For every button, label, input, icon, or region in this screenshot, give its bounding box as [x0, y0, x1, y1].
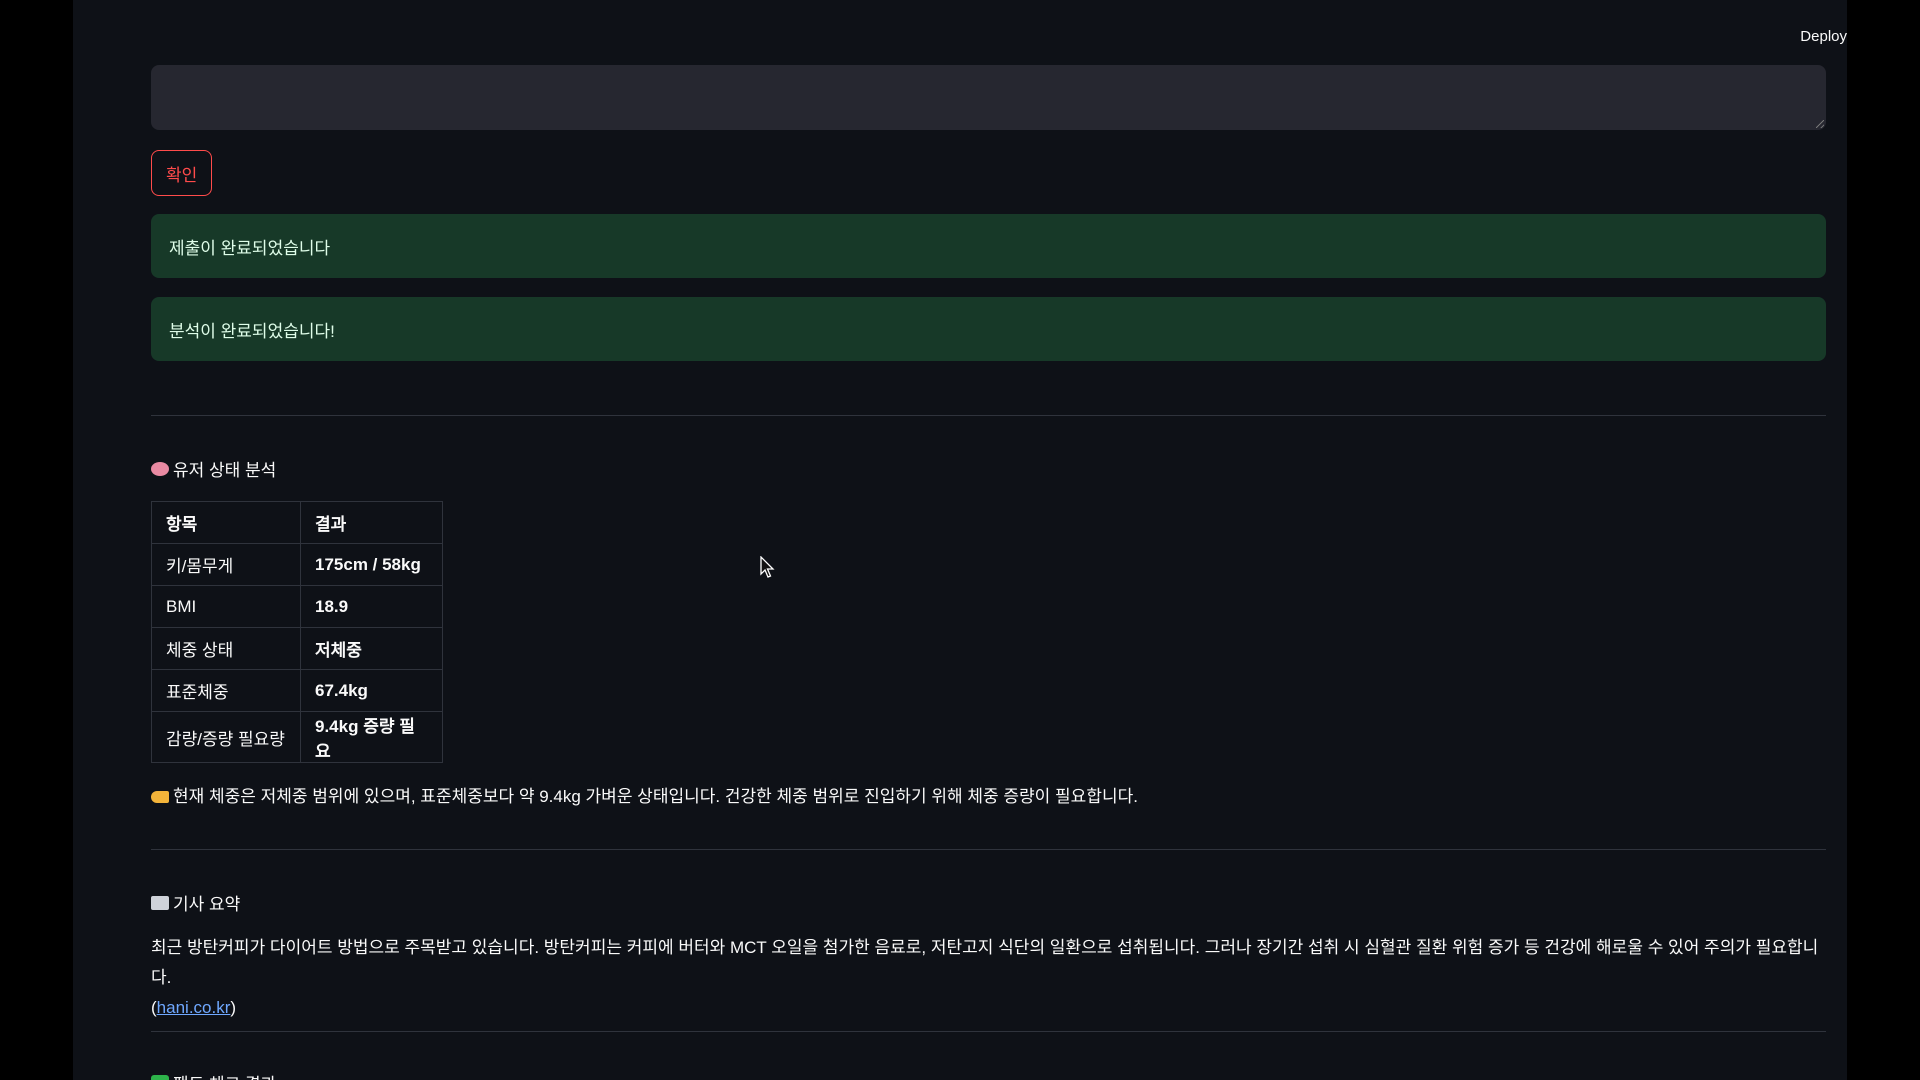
analysis-note: 현재 체중은 저체중 범위에 있으며, 표준체중보다 약 9.4kg 가벼운 상…	[151, 782, 1138, 812]
divider	[151, 1031, 1826, 1032]
source-close: )	[230, 998, 237, 1017]
section-title-text: 팩트 체크 결과	[173, 1070, 276, 1080]
table-row: 감량/증량 필요량 9.4kg 증량 필요	[151, 711, 443, 763]
user-analysis-heading: 유저 상태 분석	[151, 456, 276, 481]
app-main: Deploy 확인 제출이 완료되었습니다 분석이 완료되었습니다! 유저 상태…	[73, 0, 1847, 1080]
brain-icon	[151, 461, 169, 476]
table-cell-value: 저체중	[300, 627, 443, 670]
analysis-note-text: 현재 체중은 저체중 범위에 있으며, 표준체중보다 약 9.4kg 가벼운 상…	[173, 787, 1138, 806]
table-header-row: 항목 결과	[151, 501, 443, 544]
section-title-text: 기사 요약	[173, 895, 241, 914]
table-row: BMI 18.9	[151, 585, 443, 628]
user-analysis-table: 항목 결과 키/몸무게 175cm / 58kg BMI 18.9 체중 상태 …	[151, 501, 443, 763]
section-title-text: 유저 상태 분석	[173, 461, 277, 480]
table-cell-value: 67.4kg	[300, 669, 443, 712]
table-header-cell: 결과	[300, 501, 443, 544]
divider	[151, 415, 1826, 416]
resize-handle-icon[interactable]	[1816, 120, 1824, 128]
table-row: 체중 상태 저체중	[151, 627, 443, 670]
table-row: 표준체중 67.4kg	[151, 669, 443, 712]
mouse-cursor-icon	[760, 556, 775, 578]
table-cell-label: 표준체중	[151, 669, 301, 712]
deploy-button[interactable]: Deploy	[1800, 28, 1847, 45]
table-cell-value: 18.9	[300, 585, 443, 628]
table-cell-label: 감량/증량 필요량	[151, 711, 301, 763]
alert-text: 제출이 완료되었습니다	[169, 238, 331, 258]
check-box-icon	[151, 1074, 169, 1080]
fact-check-heading: 팩트 체크 결과	[151, 1070, 276, 1080]
source-link[interactable]: hani.co.kr	[157, 998, 231, 1017]
table-cell-label: 체중 상태	[151, 627, 301, 670]
divider	[151, 849, 1826, 850]
table-header-cell: 항목	[151, 501, 301, 544]
newspaper-icon	[151, 895, 169, 910]
article-summary-text: 최근 방탄커피가 다이어트 방법으로 주목받고 있습니다. 방탄커피는 커피에 …	[151, 933, 1826, 1023]
confirm-button[interactable]: 확인	[151, 150, 213, 196]
table-cell-value: 9.4kg 증량 필요	[300, 711, 443, 763]
article-summary-heading: 기사 요약	[151, 890, 240, 915]
summary-body: 최근 방탄커피가 다이어트 방법으로 주목받고 있습니다. 방탄커피는 커피에 …	[151, 938, 1819, 987]
alert-text: 분석이 완료되었습니다!	[169, 321, 335, 341]
table-cell-label: BMI	[151, 585, 301, 628]
success-alert-analyzed: 분석이 완료되었습니다!	[151, 297, 1826, 361]
table-row: 키/몸무게 175cm / 58kg	[151, 543, 443, 586]
text-input-area[interactable]	[151, 65, 1826, 130]
table-cell-value: 175cm / 58kg	[300, 543, 443, 586]
success-alert-submitted: 제출이 완료되었습니다	[151, 214, 1826, 278]
pointing-hand-icon	[151, 791, 169, 803]
table-cell-label: 키/몸무게	[151, 543, 301, 586]
